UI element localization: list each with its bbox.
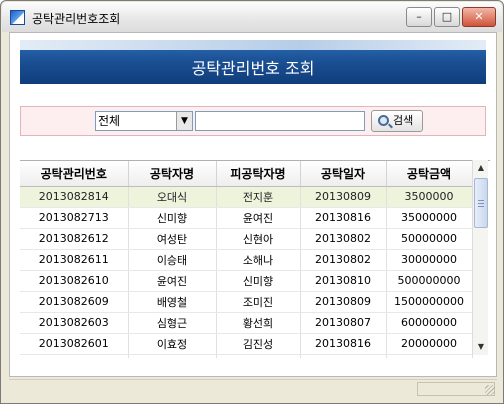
table-cell: 2013082578 [20,354,129,358]
table-cell: 2013082603 [20,312,129,334]
table-cell: 이승태 [128,249,217,271]
table-row[interactable]: 2013082609 배영철 조미진 20130809 1500000000 [20,291,473,313]
table-cell: 20130807 [300,312,387,334]
table-cell: 조미진 [216,291,301,313]
table-cell: 20130809 [300,186,387,208]
table-cell: 전지훈 [216,186,301,208]
resize-grip-icon[interactable] [485,385,495,395]
minimize-button[interactable]: – [406,7,432,27]
table-row[interactable]: 2013082814 오대식 전지훈 20130809 3500000 [20,186,473,208]
search-button-label: 검색 [393,114,414,127]
table-cell: 2013082610 [20,270,129,292]
grip-line [478,206,484,207]
scroll-down-icon[interactable]: ▼ [473,339,489,355]
table-cell: 심형근 [128,312,217,334]
table-cell: 남주영 [216,354,301,358]
table-row[interactable]: 2013082611 이승태 소해나 20130802 30000000 [20,249,473,271]
table-cell: 500000000 [386,270,473,292]
table-cell: 20130816 [300,207,387,229]
header-banner: 공탁관리번호 조회 [20,40,486,84]
column-header[interactable]: 공탁관리번호 [20,161,129,187]
table-cell: 20130810 [300,270,387,292]
table-row[interactable]: 2013082610 윤여진 신미향 20130810 500000000 [20,270,473,292]
column-header[interactable]: 공탁자명 [128,161,217,187]
scroll-thumb[interactable] [474,178,488,228]
table-cell: 30000000 [386,249,473,271]
app-icon [10,10,25,25]
status-bar [9,379,497,397]
table-cell: 20130822 [300,354,387,358]
search-icon [378,115,389,126]
table-row[interactable]: 2013082578최나리남주영201308223600000 [20,354,473,358]
table-cell: 60000000 [386,312,473,334]
table-row[interactable]: 2013082603 심형근 황선희 20130807 60000000 [20,312,473,334]
table-cell: 윤여진 [128,270,217,292]
table-cell: 신미향 [128,207,217,229]
table-cell: 2013082814 [20,186,129,208]
table-cell: 20130802 [300,249,387,271]
table-cell: 2013082611 [20,249,129,271]
scroll-up-icon[interactable]: ▲ [473,160,489,176]
table-cell: 오대식 [128,186,217,208]
table-cell: 1500000000 [386,291,473,313]
page-title: 공탁관리번호 조회 [191,59,315,78]
column-header[interactable]: 공탁금액 [386,161,473,187]
table-cell: 50000000 [386,228,473,250]
search-button[interactable]: 검색 [371,110,423,132]
table-cell: 신미향 [216,270,301,292]
table-cell: 신현아 [216,228,301,250]
table-header-row: 공탁관리번호 공탁자명 피공탁자명 공탁일자 공탁금액 [20,161,473,187]
filter-selected-value: 전체 [98,114,121,128]
table-cell: 2013082601 [20,333,129,355]
table-cell: 20130816 [300,333,387,355]
table-cell: 이효정 [128,333,217,355]
table-cell: 최나리 [128,354,217,358]
table-cell: 3600000 [386,354,473,358]
grip-line [478,203,484,204]
search-panel: 전체 ▼ 검색 [20,106,486,136]
table-cell: 김진성 [216,333,301,355]
window-title: 공탁관리번호조회 [32,12,121,26]
column-header[interactable]: 공탁일자 [300,161,387,187]
results-grid[interactable]: 공탁관리번호 공탁자명 피공탁자명 공탁일자 공탁금액 2013082814 오대… [20,160,490,358]
vertical-scrollbar[interactable]: ▲ ▼ [472,160,488,355]
table-row[interactable]: 2013082612 여성탄 신현아 20130802 50000000 [20,228,473,250]
table-cell: 2013082713 [20,207,129,229]
table-cell: 여성탄 [128,228,217,250]
table-row[interactable]: 2013082713 신미향 윤여진 20130816 35000000 [20,207,473,229]
maximize-button[interactable]: □ [434,7,460,27]
results-table: 공탁관리번호 공탁자명 피공탁자명 공탁일자 공탁금액 2013082814 오대… [20,161,473,358]
chevron-down-icon[interactable]: ▼ [176,112,192,130]
table-cell: 소해나 [216,249,301,271]
table-cell: 3500000 [386,186,473,208]
table-cell: 2013082609 [20,291,129,313]
filter-dropdown[interactable]: 전체 ▼ [95,111,193,131]
app-window: 공탁관리번호조회 – □ ✕ 공탁관리번호 조회 전체 ▼ 검색 공탁관리번호 … [0,0,504,404]
client-area: 공탁관리번호 조회 전체 ▼ 검색 공탁관리번호 공탁자명 피공탁자명 공탁일자… [9,32,497,377]
table-cell: 2013082612 [20,228,129,250]
table-body: 2013082814 오대식 전지훈 20130809 3500000 201308271… [20,186,473,358]
table-cell: 황선희 [216,312,301,334]
table-cell: 20130802 [300,228,387,250]
table-cell: 35000000 [386,207,473,229]
column-header[interactable]: 피공탁자명 [216,161,301,187]
status-pane [417,382,495,396]
close-button[interactable]: ✕ [462,7,496,27]
table-cell: 20000000 [386,333,473,355]
table-cell: 20130809 [300,291,387,313]
search-input[interactable] [195,111,365,131]
table-cell: 배영철 [128,291,217,313]
table-row[interactable]: 2013082601 이효정 김진성 20130816 20000000 [20,333,473,355]
table-cell: 윤여진 [216,207,301,229]
title-bar[interactable]: 공탁관리번호조회 – □ ✕ [2,2,502,32]
grip-line [478,200,484,201]
